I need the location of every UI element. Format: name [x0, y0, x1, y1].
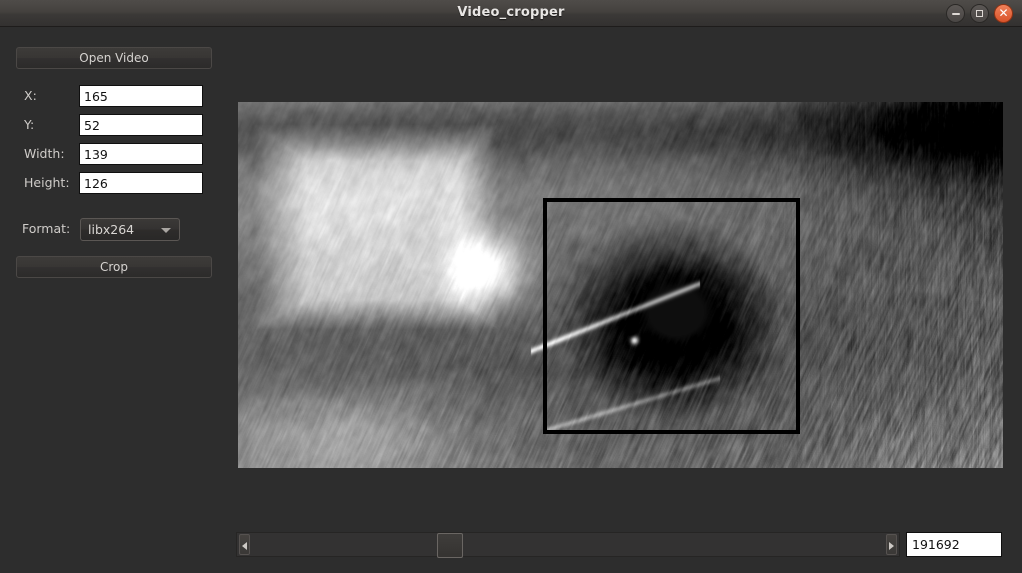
height-label: Height: — [24, 175, 70, 190]
chevron-down-icon — [161, 228, 171, 233]
control-panel: Open Video X: Y: Width: Height: Format: … — [0, 27, 228, 573]
scrollbar-thumb[interactable] — [437, 533, 463, 558]
format-label: Format: — [22, 221, 71, 236]
scroll-left-arrow-icon[interactable] — [239, 534, 250, 555]
scroll-right-arrow-icon[interactable] — [886, 534, 897, 555]
window-controls: ✕ — [946, 4, 1013, 23]
width-input[interactable] — [79, 143, 203, 165]
x-label: X: — [24, 88, 37, 103]
y-label: Y: — [24, 117, 35, 132]
maximize-icon[interactable] — [970, 4, 989, 23]
format-selected-value: libx264 — [88, 222, 135, 237]
application-window: Video_cropper ✕ Open Video X: Y: Width: … — [0, 0, 1022, 573]
format-dropdown[interactable]: libx264 — [80, 218, 180, 241]
crop-button[interactable]: Crop — [16, 256, 212, 278]
y-input[interactable] — [79, 114, 203, 136]
frame-scrollbar[interactable] — [236, 532, 900, 558]
frame-number-input[interactable] — [906, 532, 1002, 557]
title-bar: Video_cropper ✕ — [0, 0, 1022, 27]
open-video-button[interactable]: Open Video — [16, 47, 212, 69]
x-input[interactable] — [79, 85, 203, 107]
height-input[interactable] — [79, 172, 203, 194]
video-frame-image — [238, 102, 1003, 468]
video-preview[interactable] — [238, 102, 1003, 468]
window-title: Video_cropper — [457, 5, 565, 20]
close-icon[interactable]: ✕ — [994, 4, 1013, 23]
minimize-icon[interactable] — [946, 4, 965, 23]
width-label: Width: — [24, 146, 65, 161]
